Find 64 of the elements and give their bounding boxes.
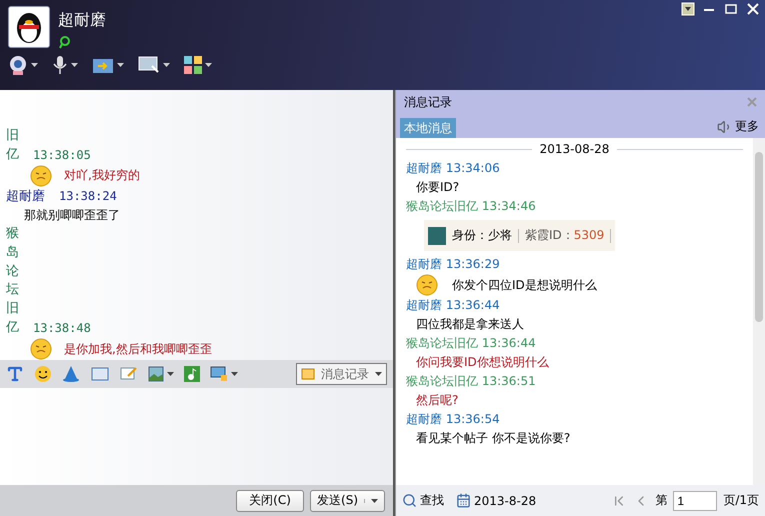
history-sender: 猴岛论坛旧亿 13:34:46 [406, 198, 537, 215]
message-time: 13:38:48 [33, 320, 91, 337]
search-icon [402, 493, 417, 508]
smiley-icon[interactable] [34, 365, 52, 383]
history-sender: 超耐磨 13:34:06 [406, 160, 501, 177]
message-text: 对吖,我好穷的 [64, 167, 140, 184]
image-icon[interactable] [148, 366, 164, 382]
caret-icon[interactable] [231, 372, 238, 376]
caret-icon[interactable] [31, 63, 38, 67]
close-button[interactable]: 关闭(C) [236, 490, 304, 512]
status-icon [58, 35, 72, 49]
history-message: 你发个四位ID是想说明什么 [452, 276, 597, 294]
caret-icon[interactable] [163, 63, 170, 67]
wizard-hat-icon[interactable] [62, 365, 80, 383]
search-button[interactable]: 查找 [402, 492, 444, 509]
avatar-penguin-icon[interactable] [8, 6, 50, 48]
message-text: 是你加我,然后和我唧唧歪歪 [64, 340, 212, 358]
message-history-button[interactable]: 消息记录 [296, 363, 387, 385]
avatar-thumbnail-icon [428, 226, 446, 244]
caret-icon[interactable] [71, 63, 78, 67]
history-sender: 超耐磨 13:36:44 [406, 297, 501, 314]
sender-name: 超耐磨 [6, 188, 45, 206]
message-text: 那就别唧唧歪歪了 [24, 206, 120, 224]
page-label: 第 [655, 492, 668, 509]
sender-name: 旧亿 [6, 127, 19, 164]
message-time: 13:38:05 [33, 146, 91, 164]
maximize-icon[interactable] [723, 2, 739, 16]
history-message: 四位我都是拿来送人 [416, 316, 524, 333]
history-sender: 猴岛论坛旧亿 13:36:44 [406, 335, 537, 352]
close-icon[interactable] [745, 2, 761, 16]
rank-label: 身份：少将 [452, 227, 512, 244]
history-message: 你要ID? [416, 179, 460, 196]
caret-icon[interactable] [117, 63, 124, 67]
caret-icon [375, 372, 382, 376]
caret-icon [371, 498, 378, 502]
page-total-label: 页/1页 [723, 492, 759, 509]
message-time: 13:38:24 [59, 188, 117, 205]
history-sender: 超耐磨 13:36:54 [406, 411, 501, 428]
history-message: 你问我要ID你想说明什么 [416, 354, 549, 371]
history-message: 看见某个帖子 你不是说你要? [416, 430, 570, 447]
webcam-icon[interactable] [8, 55, 28, 75]
font-icon[interactable] [6, 365, 24, 383]
page-number-field[interactable]: 1 [673, 490, 718, 510]
caret-icon[interactable] [167, 372, 174, 376]
screen-share-icon[interactable] [210, 366, 228, 382]
music-icon[interactable] [184, 366, 200, 382]
caret-icon[interactable] [205, 63, 212, 67]
scrollbar[interactable] [753, 138, 765, 485]
history-message: 然后呢? [416, 392, 458, 409]
skin-menu-icon[interactable] [681, 2, 695, 16]
contact-name: 超耐磨 [58, 10, 106, 31]
history-sender: 超耐磨 13:36:29 [406, 256, 501, 273]
more-button[interactable]: 更多 [715, 118, 761, 138]
id-label: 紫霞ID：5309 [525, 227, 604, 244]
app-grid-icon[interactable] [184, 56, 202, 74]
microphone-icon[interactable] [52, 55, 68, 75]
sender-name: 猴岛论坛旧亿 [6, 224, 19, 338]
send-button[interactable]: 发送(S) [310, 490, 385, 512]
history-title: 消息记录 [404, 94, 452, 110]
date-divider: 2013-08-28 [540, 141, 610, 158]
calendar-icon [456, 493, 471, 508]
date-picker[interactable]: 2013-8-28 [456, 493, 536, 508]
history-sender: 猴岛论坛旧亿 13:36:51 [406, 373, 537, 390]
monitor-icon[interactable] [138, 56, 160, 74]
